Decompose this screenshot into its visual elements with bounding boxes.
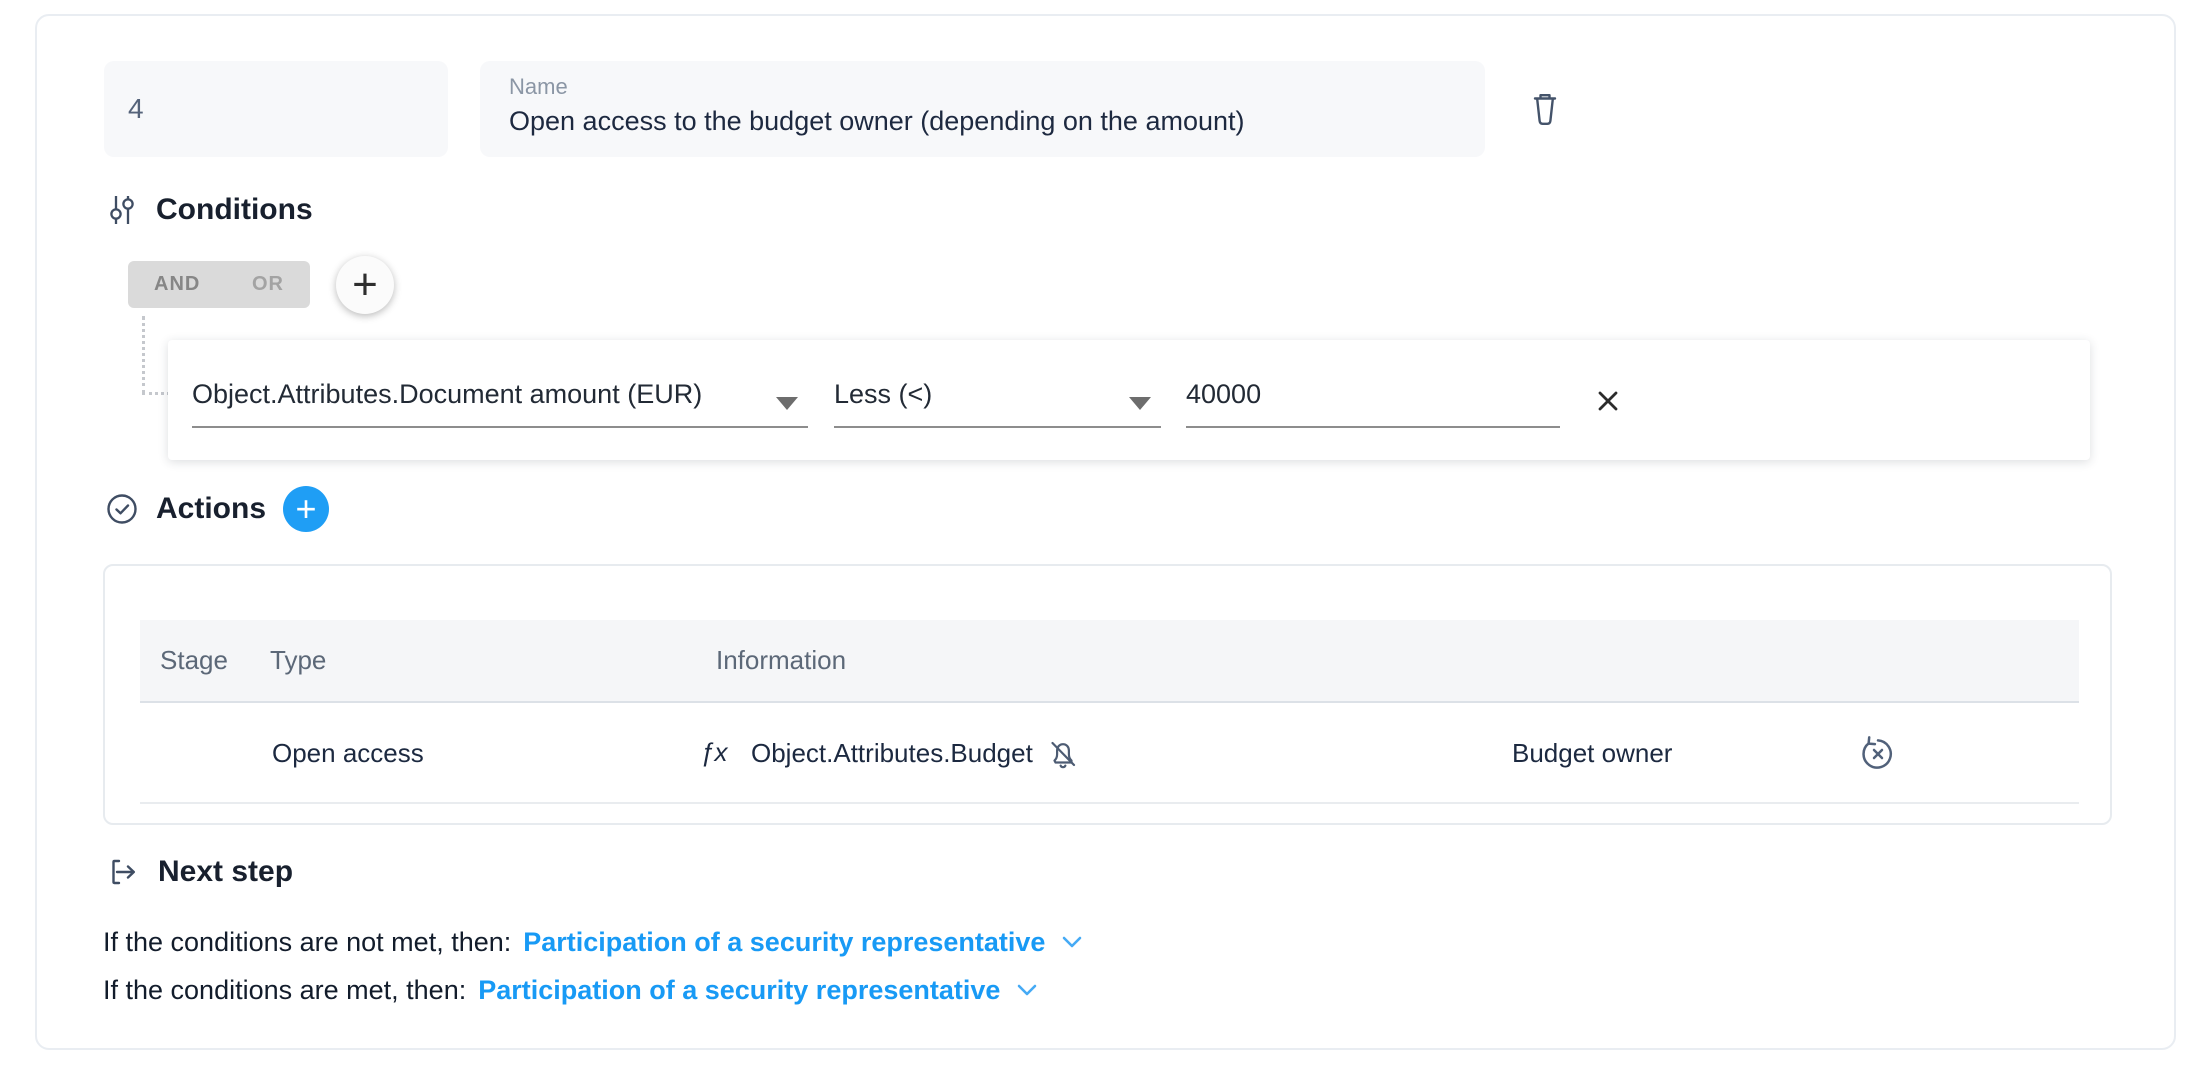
connector-line-horizontal: [142, 392, 170, 395]
connector-line-vertical: [142, 316, 145, 394]
exit-arrow-icon: [105, 854, 141, 890]
condition-operator-select[interactable]: Less (<): [834, 362, 1161, 428]
chevron-down-icon[interactable]: [1061, 935, 1083, 949]
next-step-title: Next step: [158, 855, 293, 889]
met-prefix: If the conditions are met, then:: [103, 975, 466, 1006]
condition-row: Object.Attributes.Document amount (EUR) …: [168, 340, 2090, 460]
next-step-line-met: If the conditions are met, then: Partici…: [103, 970, 1038, 1010]
table-row: Open access ƒx Object.Attributes.Budget …: [140, 703, 2079, 804]
step-number-field[interactable]: 4: [104, 61, 448, 157]
restore-x-icon: [1857, 733, 1901, 775]
cell-type: Open access: [272, 703, 424, 804]
cell-assignee: Budget owner: [1512, 703, 1672, 804]
table-header-row: Stage Type Information: [140, 620, 2079, 703]
column-header-type: Type: [270, 620, 326, 701]
conditions-title: Conditions: [156, 193, 313, 227]
not-met-prefix: If the conditions are not met, then:: [103, 927, 511, 958]
dropdown-arrow-icon: [776, 397, 798, 410]
sliders-icon: [105, 192, 139, 228]
condition-attribute-value: Object.Attributes.Document amount (EUR): [192, 362, 702, 426]
formula-icon: ƒx: [700, 703, 727, 801]
actions-panel: Stage Type Information Open access ƒx Ob…: [103, 564, 2112, 825]
condition-value-input[interactable]: 40000: [1186, 362, 1560, 428]
logic-or-option[interactable]: OR: [252, 273, 284, 296]
dropdown-arrow-icon: [1129, 397, 1151, 410]
condition-value-text: 40000: [1186, 362, 1261, 426]
close-icon: [1592, 385, 1636, 417]
next-step-header: Next step: [105, 852, 293, 892]
step-name-field[interactable]: Name Open access to the budget owner (de…: [480, 61, 1485, 157]
column-header-information: Information: [716, 620, 846, 701]
name-value: Open access to the budget owner (dependi…: [509, 106, 1485, 137]
met-step-link[interactable]: Participation of a security representati…: [478, 975, 1000, 1006]
cell-information: Object.Attributes.Budget: [751, 703, 1033, 804]
workflow-step-editor: 4 Name Open access to the budget owner (…: [0, 0, 2210, 1074]
column-header-stage: Stage: [160, 620, 228, 701]
add-condition-button[interactable]: +: [336, 256, 394, 314]
add-action-button[interactable]: +: [283, 486, 329, 532]
next-step-line-not-met: If the conditions are not met, then: Par…: [103, 922, 1083, 962]
not-met-step-link[interactable]: Participation of a security representati…: [523, 927, 1045, 958]
logic-and-option[interactable]: AND: [154, 273, 200, 296]
plus-icon: +: [296, 488, 317, 529]
logic-toggle[interactable]: AND OR: [128, 261, 310, 308]
conditions-header: Conditions: [105, 190, 313, 230]
trash-icon: [1525, 89, 1569, 129]
bell-off-icon: [1043, 735, 1081, 773]
check-circle-icon: [105, 492, 139, 526]
step-number-value: 4: [128, 93, 144, 125]
chevron-down-icon[interactable]: [1016, 983, 1038, 997]
actions-title: Actions: [156, 492, 266, 526]
condition-operator-value: Less (<): [834, 362, 932, 426]
revoke-access-button[interactable]: [1857, 732, 1901, 776]
name-label: Name: [509, 74, 1485, 100]
condition-attribute-select[interactable]: Object.Attributes.Document amount (EUR): [192, 362, 808, 428]
actions-header: Actions +: [105, 486, 329, 532]
plus-icon: +: [352, 260, 378, 309]
step-card: 4 Name Open access to the budget owner (…: [35, 14, 2176, 1050]
remove-condition-button[interactable]: [1592, 379, 1636, 423]
delete-step-button[interactable]: [1525, 87, 1569, 131]
